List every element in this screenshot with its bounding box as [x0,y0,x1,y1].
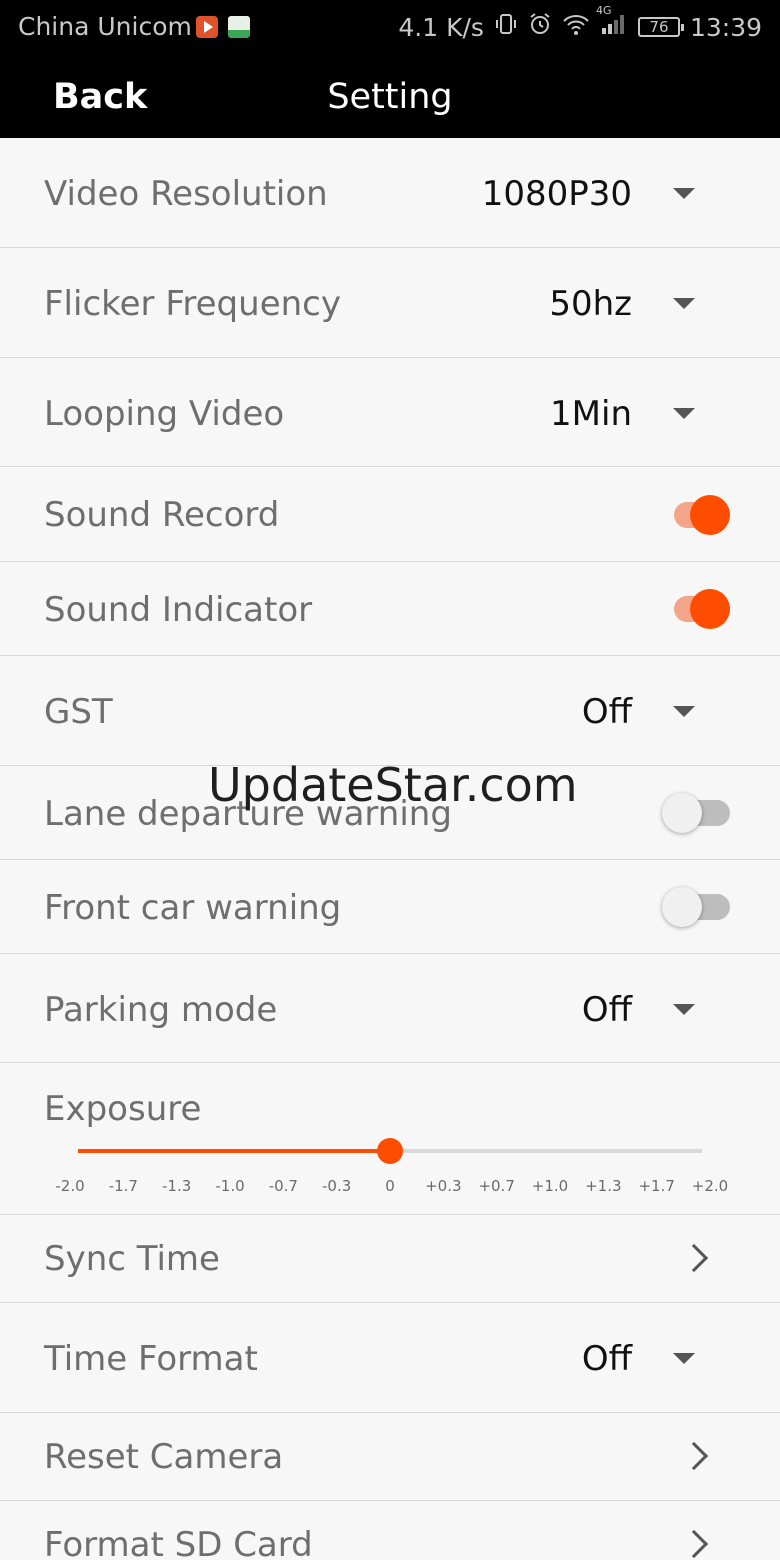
notification-app-icon [227,15,250,38]
setting-format-sd-card[interactable]: Format SD Card [0,1501,780,1560]
clock: 13:39 [689,12,762,42]
setting-label: Time Format [44,1339,258,1379]
setting-label: Looping Video [44,394,285,434]
sound-record-toggle[interactable] [660,495,730,535]
exposure-tick-label: -1.0 [215,1177,245,1195]
network-type: 4G [595,4,612,17]
alarm-icon [528,12,552,42]
front-car-toggle[interactable] [660,887,730,927]
exposure-tick-label: +1.0 [531,1177,569,1195]
setting-time-format[interactable]: Time Format Off [0,1303,780,1413]
exposure-tick-label: 0 [385,1177,395,1195]
battery-icon: 76 [637,17,684,37]
setting-sync-time[interactable]: Sync Time [0,1215,780,1303]
setting-value: Off [581,692,632,732]
carrier-name: China Unicom [18,12,192,41]
setting-looping-video[interactable]: Looping Video 1Min [0,358,780,467]
app-header: Back Setting [0,55,780,138]
chevron-right-icon[interactable] [679,1529,709,1559]
setting-parking-mode[interactable]: Parking mode Off [0,954,780,1063]
dropdown-caret-icon[interactable] [673,298,695,309]
setting-label: Reset Camera [44,1437,284,1477]
exposure-slider[interactable] [78,1138,702,1164]
setting-label: Flicker Frequency [44,284,341,324]
setting-flicker-frequency[interactable]: Flicker Frequency 50hz [0,248,780,358]
watermark-text: UpdateStar.com [208,758,578,812]
network-speed: 4.1 K/s [398,12,484,42]
setting-value: Off [581,990,632,1030]
exposure-tick-labels: -2.0 -1.7 -1.3 -1.0 -0.7 -0.3 0 +0.3 +0.7 +1.0 +1.… [0,1177,780,1199]
dropdown-caret-icon[interactable] [673,188,695,199]
toggle-knob [690,495,730,535]
setting-label: Parking mode [44,990,278,1030]
exposure-tick-label: -0.3 [322,1177,352,1195]
setting-value: 1Min [550,394,632,434]
setting-label: Sync Time [44,1239,220,1279]
status-bar: China Unicom 4.1 K/s 4G 76 13:39 [0,0,780,55]
setting-label: Sound Record [44,495,280,535]
setting-label: Front car warning [44,888,342,928]
setting-gst[interactable]: GST Off [0,656,780,766]
setting-sound-indicator: Sound Indicator [0,562,780,656]
vibrate-icon [494,12,518,42]
page-title: Setting [327,77,453,117]
exposure-tick-label: +1.3 [585,1177,622,1195]
exposure-tick-label: +2.0 [691,1177,729,1195]
toggle-knob [662,793,702,833]
sound-indicator-toggle[interactable] [660,589,730,629]
exposure-tick-label: -2.0 [55,1177,85,1195]
setting-reset-camera[interactable]: Reset Camera [0,1413,780,1501]
exposure-tick-label: -1.3 [162,1177,192,1195]
dropdown-caret-icon[interactable] [673,1353,695,1364]
setting-label: Video Resolution [44,174,328,214]
dropdown-caret-icon[interactable] [673,1004,695,1015]
chevron-right-icon[interactable] [679,1441,709,1471]
exposure-slider-thumb[interactable] [377,1138,403,1164]
exposure-tick-label: +0.3 [425,1177,462,1195]
exposure-tick-label: -1.7 [108,1177,138,1195]
wifi-icon [562,12,590,42]
video-app-icon [195,15,218,38]
setting-value: 50hz [549,284,632,324]
setting-value: 1080P30 [481,174,632,214]
exposure-tick-label: +1.7 [638,1177,675,1195]
setting-sound-record: Sound Record [0,467,780,562]
toggle-knob [662,887,702,927]
setting-label: Sound Indicator [44,590,313,630]
dropdown-caret-icon[interactable] [673,706,695,717]
setting-label: Exposure [44,1089,202,1129]
setting-front-car-warning: Front car warning [0,860,780,954]
exposure-tick-label: -0.7 [268,1177,298,1195]
setting-label: GST [44,692,113,732]
setting-video-resolution[interactable]: Video Resolution 1080P30 [0,138,780,248]
toggle-knob [690,589,730,629]
setting-value: Off [581,1339,632,1379]
exposure-slider-fill [78,1149,390,1153]
chevron-right-icon[interactable] [679,1243,709,1273]
signal-icon: 4G [596,4,626,42]
setting-label: Format SD Card [44,1525,313,1560]
exposure-tick-label: +0.7 [478,1177,515,1195]
dropdown-caret-icon[interactable] [673,408,695,419]
lane-departure-toggle[interactable] [660,793,730,833]
